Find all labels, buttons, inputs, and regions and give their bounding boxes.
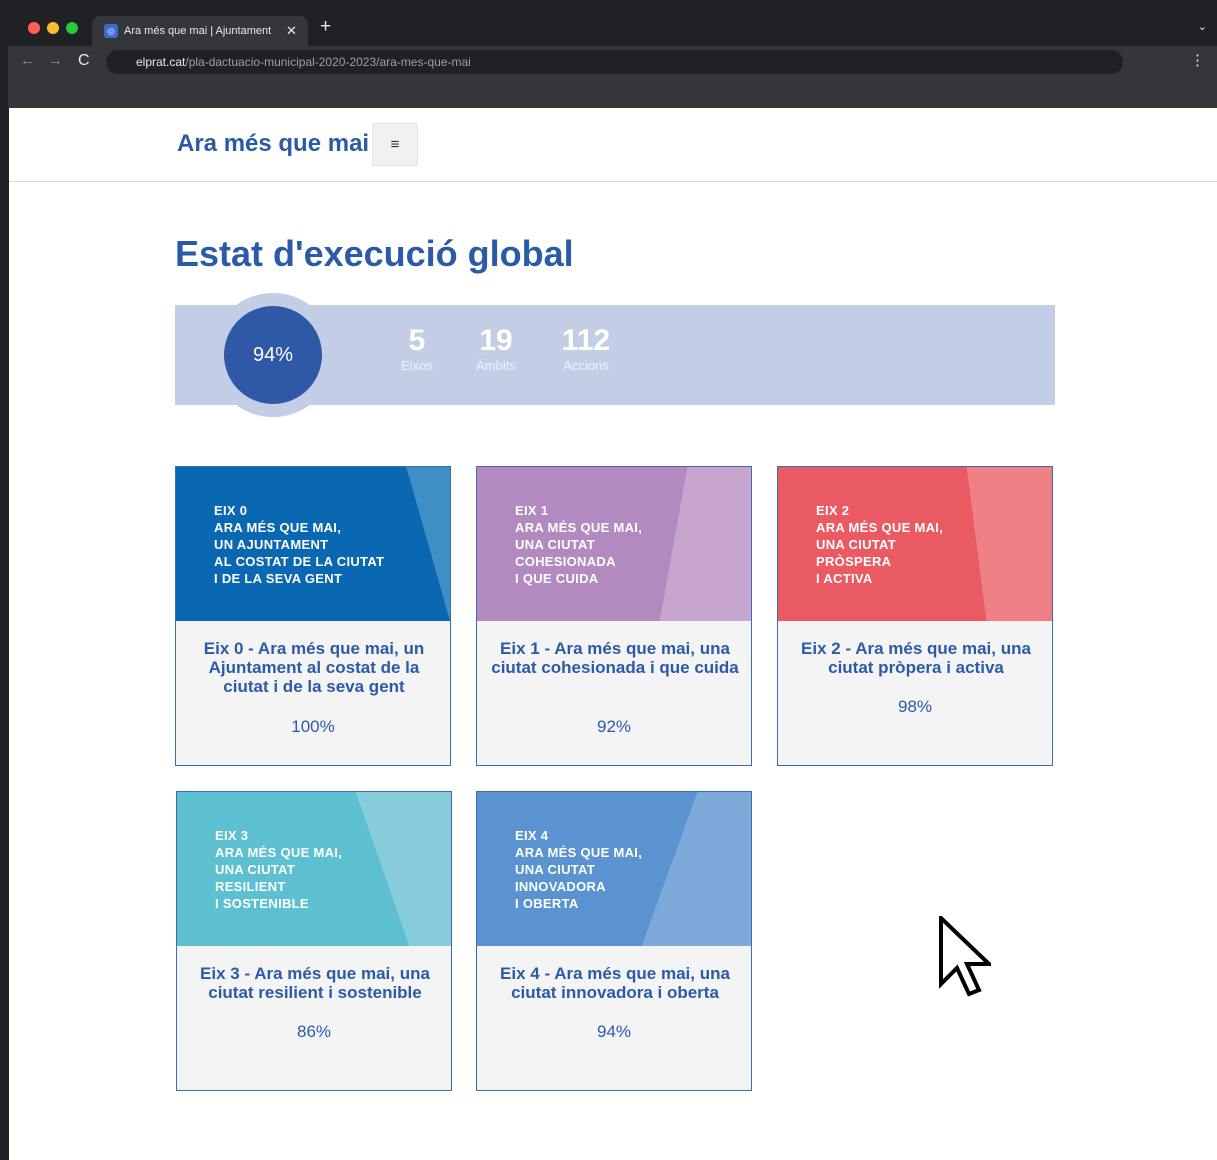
url-domain: elprat.cat <box>136 55 186 69</box>
tab-search-icon[interactable]: ⌄ <box>1198 20 1207 33</box>
web-page: Ara més que mai ≡ Estat d'execució globa… <box>9 108 1217 1160</box>
card-banner: EIX 0 ARA MÉS QUE MAI, UN AJUNTAMENT AL … <box>176 467 450 621</box>
banner-text: EIX 0 ARA MÉS QUE MAI, UN AJUNTAMENT AL … <box>214 503 385 586</box>
card-percent: 100% <box>291 717 335 736</box>
reload-button[interactable]: C <box>78 52 90 70</box>
site-header: Ara més que mai ≡ <box>9 108 1217 182</box>
url-text: elprat.cat/pla-dactuacio-municipal-2020-… <box>136 55 471 69</box>
new-tab-button[interactable]: + <box>320 16 331 38</box>
card-banner: EIX 2 ARA MÉS QUE MAI, UNA CIUTAT PRÒSPE… <box>778 467 1052 621</box>
site-title-link[interactable]: Ara més que mai <box>177 128 369 160</box>
card-title: Eix 3 - Ara més que mai, una ciutat resi… <box>200 964 430 1002</box>
stat-accions: 112 Accions <box>551 323 621 373</box>
eix-card-4[interactable]: EIX 4 ARA MÉS QUE MAI, UNA CIUTAT INNOVA… <box>476 791 752 1091</box>
maximize-window-button[interactable] <box>66 22 78 34</box>
card-title: Eix 2 - Ara més que mai, una ciutat pròp… <box>801 639 1031 677</box>
address-bar[interactable]: elprat.cat/pla-dactuacio-municipal-2020-… <box>106 50 1123 74</box>
stat-value: 112 <box>561 324 611 357</box>
close-window-button[interactable] <box>28 22 40 34</box>
card-banner: EIX 1 ARA MÉS QUE MAI, UNA CIUTAT COHESI… <box>477 467 751 621</box>
banner-text: EIX 2 ARA MÉS QUE MAI, UNA CIUTAT PRÒSPE… <box>816 503 944 586</box>
card-title: Eix 0 - Ara més que mai, un Ajuntament a… <box>203 639 425 696</box>
browser-menu-button[interactable]: ⋮ <box>1190 52 1205 70</box>
eix-card-1[interactable]: EIX 1 ARA MÉS QUE MAI, UNA CIUTAT COHESI… <box>476 466 752 766</box>
stat-label: Àmbits <box>476 358 516 373</box>
stat-label: Eixos <box>401 358 433 373</box>
card-title: Eix 4 - Ara més que mai, una ciutat inno… <box>500 964 730 1002</box>
tab-strip: ◎ Ara més que mai | Ajuntament d ✕ + ⌄ <box>8 8 1217 46</box>
url-path: /pla-dactuacio-municipal-2020-2023/ara-m… <box>185 55 471 69</box>
eix-card-0[interactable]: EIX 0 ARA MÉS QUE MAI, UN AJUNTAMENT AL … <box>175 466 451 766</box>
banner-text: EIX 4 ARA MÉS QUE MAI, UNA CIUTAT INNOVA… <box>515 828 643 911</box>
browser-tab[interactable]: ◎ Ara més que mai | Ajuntament d ✕ <box>92 16 308 46</box>
banner-text: EIX 3 ARA MÉS QUE MAI, UNA CIUTAT RESILI… <box>215 828 343 911</box>
progress-percent: 94% <box>252 344 294 366</box>
back-button[interactable]: ← <box>20 52 35 70</box>
tab-title: Ara més que mai | Ajuntament d <box>124 25 274 37</box>
stat-value: 5 <box>408 324 426 357</box>
card-banner: EIX 4 ARA MÉS QUE MAI, UNA CIUTAT INNOVA… <box>477 792 751 946</box>
stat-ambits: 19 Àmbits <box>470 323 522 373</box>
banner-text: EIX 1 ARA MÉS QUE MAI, UNA CIUTAT COHESI… <box>515 503 643 586</box>
card-percent: 98% <box>897 697 933 716</box>
global-summary-panel: 94% 5 Eixos 19 Àmbits 112 Accions <box>175 293 1055 417</box>
card-title: Eix 1 - Ara més que mai, una ciutat cohe… <box>491 639 739 677</box>
card-percent: 94% <box>596 1022 632 1041</box>
favicon-icon: ◎ <box>104 24 118 38</box>
card-banner: EIX 3 ARA MÉS QUE MAI, UNA CIUTAT RESILI… <box>177 792 451 946</box>
stat-eixos: 5 Eixos <box>397 323 437 373</box>
minimize-window-button[interactable] <box>47 22 59 34</box>
card-percent: 92% <box>596 717 632 736</box>
page-title: Estat d'execució global <box>175 233 574 274</box>
tab-close-icon[interactable]: ✕ <box>286 22 297 40</box>
eix-card-2[interactable]: EIX 2 ARA MÉS QUE MAI, UNA CIUTAT PRÒSPE… <box>777 466 1053 766</box>
mouse-pointer-icon <box>939 916 991 997</box>
browser-window: ◎ Ara més que mai | Ajuntament d ✕ + ⌄ ←… <box>8 8 1217 108</box>
forward-button[interactable]: → <box>48 52 63 70</box>
stat-value: 19 <box>479 324 513 357</box>
eix-card-3[interactable]: EIX 3 ARA MÉS QUE MAI, UNA CIUTAT RESILI… <box>176 791 452 1091</box>
menu-toggle-button[interactable]: ≡ <box>372 123 418 166</box>
stat-label: Accions <box>563 358 609 373</box>
card-percent: 86% <box>296 1022 332 1041</box>
navigation-bar: ← → C elprat.cat/pla-dactuacio-municipal… <box>8 46 1217 78</box>
